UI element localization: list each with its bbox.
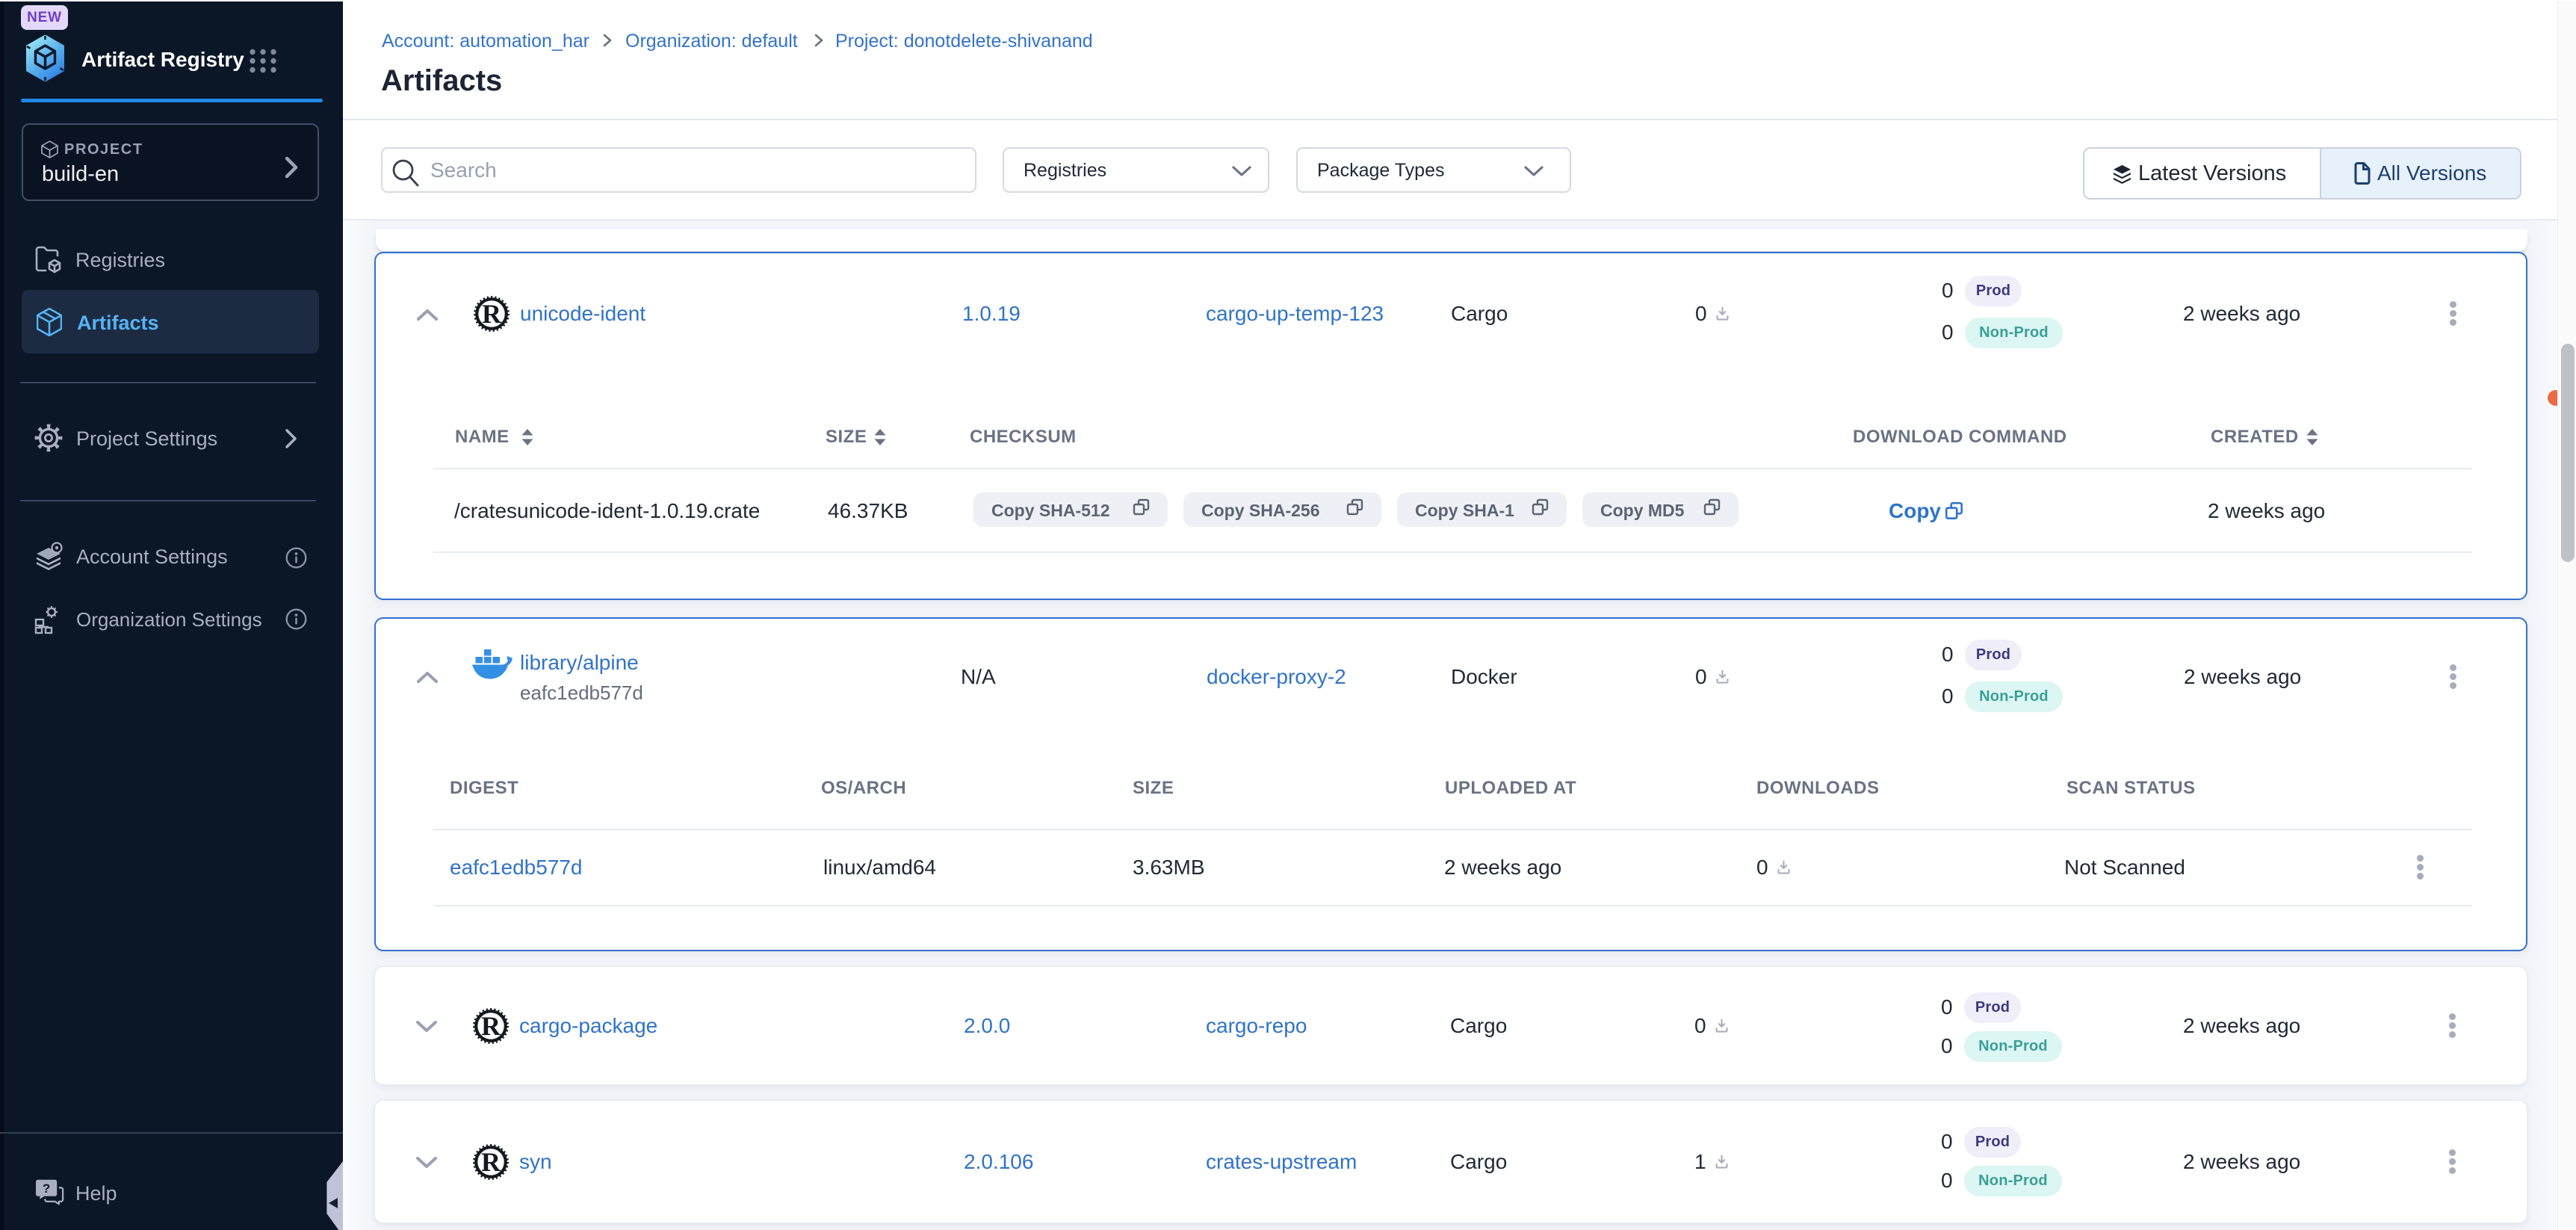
svg-text:R: R <box>481 1147 501 1177</box>
svg-text:R: R <box>481 1011 501 1041</box>
svg-text:R: R <box>482 299 502 329</box>
svg-text:?: ? <box>43 1181 50 1196</box>
